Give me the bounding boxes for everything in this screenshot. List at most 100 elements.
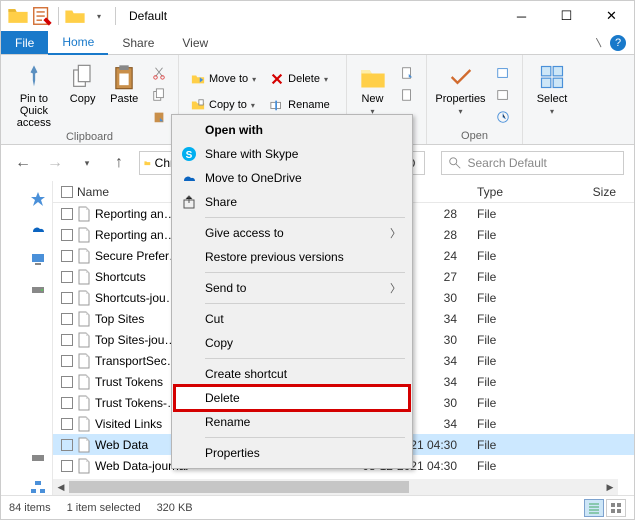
back-button[interactable]: ←	[11, 151, 35, 175]
properties-button[interactable]: Properties▾	[435, 59, 486, 116]
scrollbar-thumb[interactable]	[69, 481, 409, 493]
scroll-left-button[interactable]: ◀	[53, 479, 69, 495]
row-checkbox[interactable]	[61, 292, 73, 304]
forward-button[interactable]: →	[43, 151, 67, 175]
new-button[interactable]: New▾	[355, 59, 390, 116]
file-type: File	[477, 459, 577, 473]
minimize-button[interactable]: ─	[499, 1, 544, 31]
tab-file[interactable]: File	[1, 31, 48, 54]
tab-home[interactable]: Home	[48, 31, 108, 55]
collapse-ribbon-button[interactable]: 〵	[594, 35, 604, 50]
search-placeholder: Search Default	[468, 156, 547, 170]
thumbnails-view-button[interactable]	[606, 499, 626, 517]
row-checkbox[interactable]	[61, 250, 73, 262]
copy-to-button[interactable]: Copy to▾	[187, 95, 260, 115]
svg-text:S: S	[186, 150, 193, 161]
open-small[interactable]	[492, 63, 514, 83]
qat-dropdown[interactable]: ▾	[88, 5, 110, 27]
ctx-share-skype[interactable]: S Share with Skype	[175, 142, 409, 166]
copy-path-small-button[interactable]	[148, 85, 170, 105]
ctx-give-access[interactable]: Give access to〉	[175, 221, 409, 245]
network-icon[interactable]	[30, 479, 46, 495]
file-name: TransportSec…	[95, 354, 179, 368]
file-type: File	[477, 438, 577, 452]
paste-shortcut-small-button[interactable]	[148, 107, 170, 127]
row-checkbox[interactable]	[61, 460, 73, 472]
row-checkbox[interactable]	[61, 229, 73, 241]
ctx-rename[interactable]: Rename	[175, 410, 409, 434]
open-group-label: Open	[435, 128, 514, 142]
maximize-button[interactable]: ☐	[544, 1, 589, 31]
row-checkbox[interactable]	[61, 355, 73, 367]
this-pc-icon[interactable]	[30, 251, 46, 267]
tab-share[interactable]: Share	[108, 31, 168, 54]
ctx-create-shortcut[interactable]: Create shortcut	[175, 362, 409, 386]
paste-button[interactable]: Paste	[106, 59, 142, 105]
file-type: File	[477, 396, 577, 410]
ctx-move-onedrive[interactable]: Move to OneDrive	[175, 166, 409, 190]
help-button[interactable]: ?	[610, 35, 626, 51]
details-view-button[interactable]	[584, 499, 604, 517]
row-checkbox[interactable]	[61, 439, 73, 451]
horizontal-scrollbar[interactable]: ◀ ▶	[53, 479, 618, 495]
scroll-right-button[interactable]: ▶	[602, 479, 618, 495]
column-type[interactable]: Type	[477, 185, 577, 199]
status-bar: 84 items 1 item selected 320 KB	[1, 495, 634, 519]
ctx-send-to[interactable]: Send to〉	[175, 276, 409, 300]
folder-icon	[7, 5, 29, 27]
qat-folder-button[interactable]	[64, 5, 86, 27]
row-checkbox[interactable]	[61, 271, 73, 283]
cut-small-button[interactable]	[148, 63, 170, 83]
close-button[interactable]: ✕	[589, 1, 634, 31]
tab-view[interactable]: View	[168, 31, 222, 54]
ctx-delete[interactable]: Delete	[175, 386, 409, 410]
up-button[interactable]: ↑	[107, 151, 131, 175]
file-type: File	[477, 228, 577, 242]
ctx-properties[interactable]: Properties	[175, 441, 409, 465]
qat-properties-button[interactable]	[31, 5, 53, 27]
onedrive-icon	[181, 170, 197, 186]
ctx-restore[interactable]: Restore previous versions	[175, 245, 409, 269]
drive-icon[interactable]	[30, 281, 46, 297]
ctx-cut[interactable]: Cut	[175, 307, 409, 331]
move-to-button[interactable]: Move to▾	[187, 69, 260, 89]
copy-button[interactable]: Copy	[65, 59, 101, 105]
ctx-share[interactable]: Share	[175, 190, 409, 214]
ctx-copy[interactable]: Copy	[175, 331, 409, 355]
new-item-small[interactable]	[396, 63, 418, 83]
file-name: Trust Tokens-…	[95, 396, 179, 410]
file-name: Top Sites	[95, 312, 144, 326]
select-button[interactable]: Select▾	[531, 59, 573, 116]
row-checkbox[interactable]	[61, 313, 73, 325]
onedrive-icon[interactable]	[30, 221, 46, 237]
delete-button[interactable]: Delete▾	[266, 69, 334, 89]
file-type: File	[477, 207, 577, 221]
row-checkbox[interactable]	[61, 334, 73, 346]
drive2-icon[interactable]	[30, 449, 46, 465]
file-name: Shortcuts-jou…	[95, 291, 178, 305]
easy-access-small[interactable]	[396, 85, 418, 105]
column-size[interactable]: Size	[577, 185, 634, 199]
ctx-open-with[interactable]: Open with	[175, 118, 409, 142]
quick-access-icon[interactable]	[30, 191, 46, 207]
share-icon	[181, 194, 197, 210]
history-small[interactable]	[492, 107, 514, 127]
file-type: File	[477, 375, 577, 389]
file-name: Trust Tokens	[95, 375, 163, 389]
recent-dropdown[interactable]: ▾	[75, 151, 99, 175]
rename-button[interactable]: Rename	[266, 95, 334, 115]
chevron-right-icon: 〉	[390, 225, 401, 241]
row-checkbox[interactable]	[61, 376, 73, 388]
pin-label: Pin to Quick access	[9, 93, 59, 129]
file-type: File	[477, 291, 577, 305]
row-checkbox[interactable]	[61, 397, 73, 409]
search-input[interactable]: Search Default	[441, 151, 625, 175]
file-name: Shortcuts	[95, 270, 146, 284]
navigation-pane[interactable]	[1, 181, 53, 495]
row-checkbox[interactable]	[61, 208, 73, 220]
file-type: File	[477, 354, 577, 368]
row-checkbox[interactable]	[61, 418, 73, 430]
edit-small[interactable]	[492, 85, 514, 105]
pin-to-quick-access-button[interactable]: Pin to Quick access	[9, 59, 59, 129]
select-all-checkbox[interactable]	[61, 186, 73, 198]
